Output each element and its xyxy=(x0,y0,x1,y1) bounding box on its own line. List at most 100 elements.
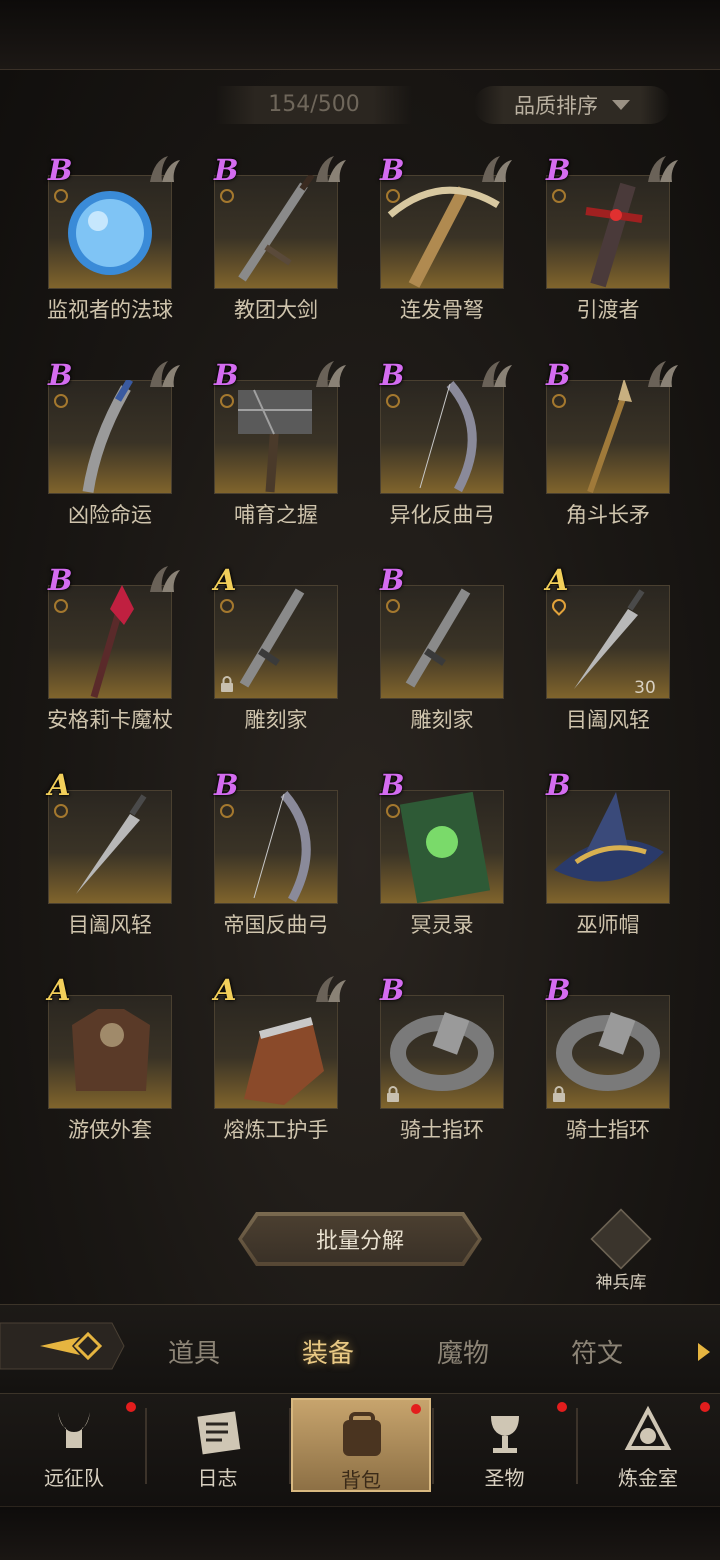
lock-icon xyxy=(386,1086,400,1102)
notification-badge xyxy=(126,1402,136,1412)
category-emblem-icon[interactable] xyxy=(0,1315,128,1377)
equipment-item[interactable]: B 连发骨弩 xyxy=(372,150,522,330)
equipment-item[interactable]: B 骑士指环 xyxy=(538,970,688,1150)
equipment-item[interactable]: B 角斗长矛 xyxy=(538,355,688,535)
socket-ring-icon xyxy=(220,599,234,613)
item-name: 引渡者 xyxy=(576,298,640,322)
nav-item-4[interactable]: 炼金室 xyxy=(578,1398,718,1492)
item-artwork xyxy=(244,1017,324,1105)
grade-badge: A xyxy=(214,973,237,1007)
item-name: 骑士指环 xyxy=(400,1118,484,1142)
equipment-item[interactable]: B 巫师帽 xyxy=(538,765,688,945)
tab-runes[interactable]: 符文 xyxy=(571,1333,623,1370)
equipment-item[interactable]: B 雕刻家 xyxy=(372,560,522,740)
item-name: 角斗长矛 xyxy=(566,503,650,527)
notification-badge xyxy=(556,1402,567,1412)
equipment-item[interactable]: B 监视者的法球 xyxy=(40,150,190,330)
alchemy-icon xyxy=(624,1405,672,1450)
chalice-icon xyxy=(490,1416,519,1453)
quality-sort-dropdown[interactable]: 品质排序 xyxy=(474,86,670,124)
armory-icon xyxy=(590,1208,652,1270)
notification-badge xyxy=(700,1402,710,1412)
nav-item-3[interactable]: 圣物 xyxy=(435,1398,575,1492)
notification-badge xyxy=(411,1404,421,1414)
item-name: 骑士指环 xyxy=(566,1118,650,1142)
grade-badge: A xyxy=(48,973,71,1007)
item-name: 异化反曲弓 xyxy=(389,503,495,527)
item-name: 巫师帽 xyxy=(576,913,640,937)
horn-emblem-icon xyxy=(644,152,680,188)
item-artwork xyxy=(554,792,664,882)
socket-ring-icon xyxy=(386,804,400,818)
grade-badge: B xyxy=(214,153,239,187)
chevron-down-icon xyxy=(612,100,630,110)
horn-emblem-icon xyxy=(644,357,680,393)
socket-ring-icon xyxy=(54,394,68,408)
equipment-item[interactable]: B 帝国反曲弓 xyxy=(206,765,356,945)
equipment-item[interactable]: A 游侠外套 xyxy=(40,970,190,1150)
equipment-item[interactable]: B 哺育之握 xyxy=(206,355,356,535)
equipment-item[interactable]: A 30 目阖风轻 xyxy=(538,560,688,740)
equipment-item[interactable]: B 骑士指环 xyxy=(372,970,522,1150)
grade-badge: B xyxy=(546,153,571,187)
socket-ring-icon xyxy=(552,394,566,408)
tab-items[interactable]: 道具 xyxy=(168,1333,220,1370)
tab-monsters[interactable]: 魔物 xyxy=(437,1333,489,1370)
socket-ring-icon xyxy=(220,394,234,408)
bulk-decompose-label: 批量分解 xyxy=(315,1229,404,1254)
grade-badge: B xyxy=(380,973,405,1007)
nav-label: 远征队 xyxy=(44,1466,104,1490)
socket-ring-icon xyxy=(386,189,400,203)
chevron-right-icon[interactable] xyxy=(698,1343,710,1361)
equipment-item[interactable]: B 异化反曲弓 xyxy=(372,355,522,535)
grade-badge: A xyxy=(214,563,237,597)
sort-label: 品质排序 xyxy=(514,94,598,118)
inventory-count: 154/500 xyxy=(216,86,412,124)
socket-ring-icon xyxy=(54,189,68,203)
item-artwork xyxy=(72,1009,150,1091)
horned-helmet-icon xyxy=(58,1412,90,1448)
lock-icon xyxy=(552,1086,566,1102)
item-name: 目阖风轻 xyxy=(566,708,650,732)
item-name: 监视者的法球 xyxy=(47,298,173,322)
nav-item-0[interactable]: 远征队 xyxy=(4,1398,144,1492)
horn-emblem-icon xyxy=(312,357,348,393)
equipment-item[interactable]: B 冥灵录 xyxy=(372,765,522,945)
tab-equipment[interactable]: 装备 xyxy=(302,1333,354,1370)
armory-button[interactable]: 神兵库 xyxy=(590,1208,652,1293)
equipment-item[interactable]: B 安格莉卡魔杖 xyxy=(40,560,190,740)
grade-badge: B xyxy=(48,358,73,392)
grade-badge: B xyxy=(380,358,405,392)
grade-badge: B xyxy=(546,973,571,1007)
socket-ring-icon xyxy=(552,189,566,203)
item-name: 帝国反曲弓 xyxy=(223,913,329,937)
nav-label: 日志 xyxy=(197,1466,238,1490)
grade-badge: B xyxy=(380,563,405,597)
nav-item-1[interactable]: 日志 xyxy=(148,1398,288,1492)
equipment-item[interactable]: A 目阖风轻 xyxy=(40,765,190,945)
item-name: 目阖风轻 xyxy=(68,913,152,937)
grade-badge: B xyxy=(214,358,239,392)
nav-item-2[interactable]: 背包 xyxy=(291,1398,431,1492)
nav-label: 圣物 xyxy=(484,1466,525,1490)
item-name: 熔炼工护手 xyxy=(223,1118,329,1142)
socket-ring-icon xyxy=(220,804,234,818)
equipment-item[interactable]: B 引渡者 xyxy=(538,150,688,330)
socket-ring-icon xyxy=(220,189,234,203)
bottom-navigation: 远征队 日志 背包 圣物 炼金室 xyxy=(0,1394,720,1560)
grade-badge: A xyxy=(48,768,71,802)
grade-badge: B xyxy=(48,563,73,597)
socket-ring-icon xyxy=(54,599,68,613)
item-name: 安格莉卡魔杖 xyxy=(47,708,173,732)
equipment-item[interactable]: B 凶险命运 xyxy=(40,355,190,535)
horn-emblem-icon xyxy=(312,152,348,188)
item-name: 雕刻家 xyxy=(244,708,308,732)
item-name: 哺育之握 xyxy=(234,503,318,527)
item-name: 教团大剑 xyxy=(234,298,318,322)
equipment-item[interactable]: B 教团大剑 xyxy=(206,150,356,330)
socket-ring-icon xyxy=(386,394,400,408)
equipment-item[interactable]: A 熔炼工护手 xyxy=(206,970,356,1150)
bulk-decompose-button[interactable]: 批量分解 xyxy=(238,1212,482,1266)
horn-emblem-icon xyxy=(146,152,182,188)
equipment-item[interactable]: A 雕刻家 xyxy=(206,560,356,740)
